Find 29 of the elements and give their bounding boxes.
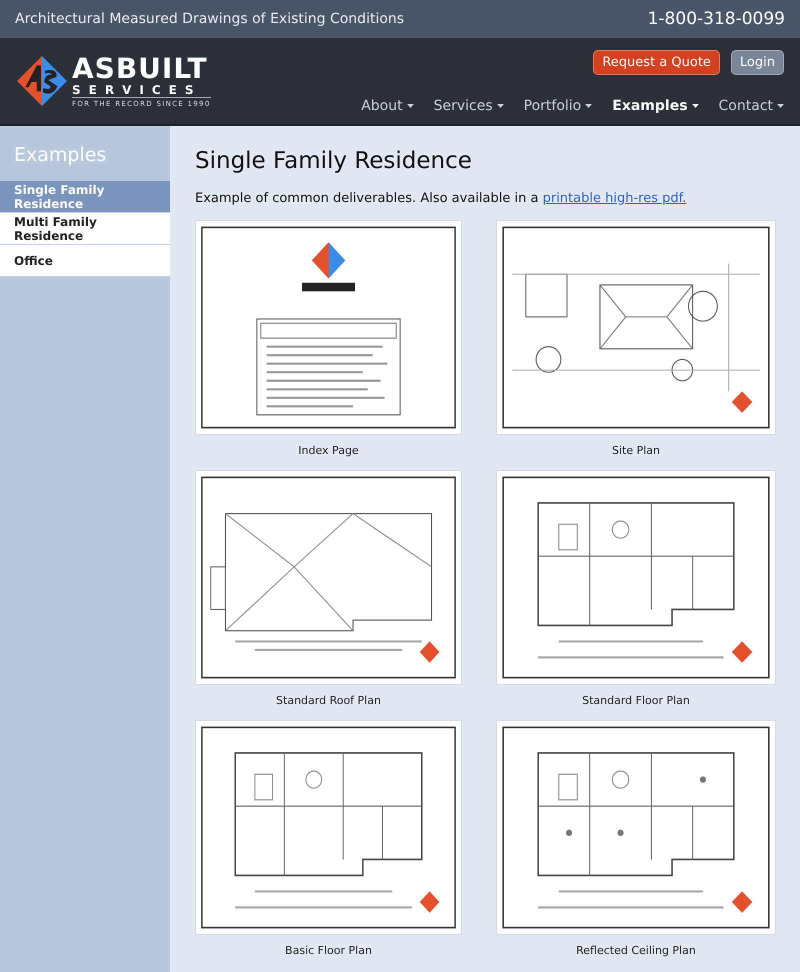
intro-text: Example of common deliverables. Also available in a printable high-res pdf. [195,191,688,206]
caret-icon [406,104,414,108]
drawing-caption: Site Plan [612,444,660,457]
nav-menu-item[interactable]: Portfolio [524,98,592,114]
sidebar-title: Examples [13,143,108,168]
sidebar-item[interactable]: Office [0,245,170,277]
quote-button[interactable]: Request a Quote [593,50,720,75]
drawing-caption: Standard Floor Plan [582,694,690,707]
pdf-link[interactable]: printable high-res pdf. [542,191,686,206]
tagline: Architectural Measured Drawings of Existing Conditions [15,11,404,27]
login-button[interactable]: Login [730,50,784,75]
caret-icon [496,104,504,108]
drawing-caption: Basic Floor Plan [285,944,372,957]
caret-icon [692,104,699,108]
page-title: Single Family Residence [195,148,473,174]
logo-icon [16,55,68,107]
caret-icon [585,104,592,108]
nav-menu-item[interactable]: Examples [612,98,699,114]
nav-menu-item[interactable]: Services [434,98,504,114]
phone-number: 1-800-318-0099 [648,9,785,29]
sidebar-item[interactable]: Multi Family Residence [0,213,170,245]
logo-subtitle: SERVICES [72,82,211,98]
drawing-caption: Standard Roof Plan [276,694,381,707]
nav-menu-item[interactable]: About [361,98,414,114]
drawing-caption: Reflected Ceiling Plan [576,944,696,957]
caret-icon [777,104,784,108]
drawing-caption: Index Page [298,444,359,457]
logo-name: ASBUILT [72,54,209,82]
nav-menu-item[interactable]: Contact [718,98,784,114]
